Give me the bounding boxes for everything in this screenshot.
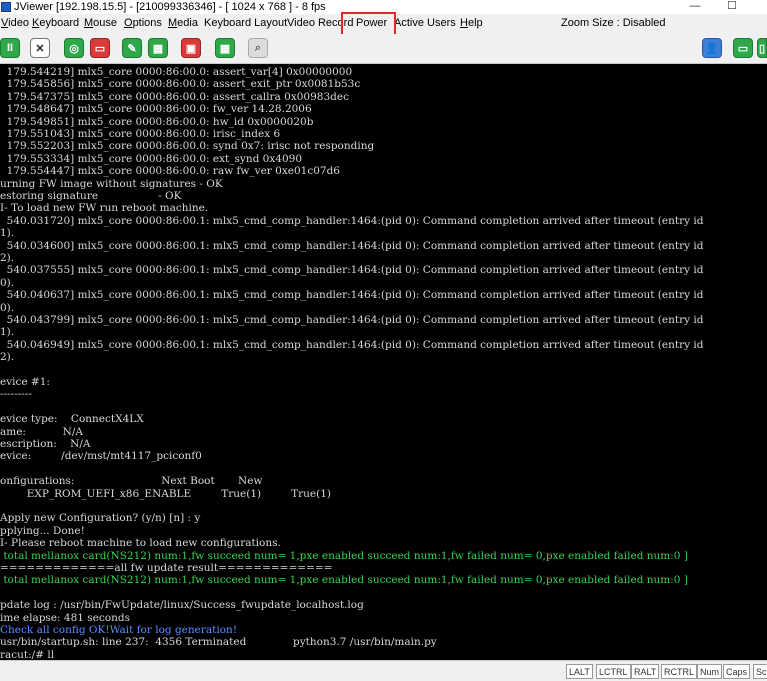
- console-line: escription: N/A: [0, 438, 91, 450]
- console-line: 179.554447] mlx5_core 0000:86:00.0: raw …: [0, 165, 340, 178]
- console-line: 179.545856] mlx5_core 0000:86:00.0: asse…: [0, 78, 361, 91]
- hard-disk-icon[interactable]: ▭: [90, 38, 110, 58]
- console-line: 540.034600] mlx5_core 0000:86:00.1: mlx5…: [0, 239, 704, 252]
- menu-mouse-label: ouse: [93, 17, 118, 29]
- console-line: =============all fw update result=======…: [0, 562, 333, 574]
- toolbar: II ✕ ◎ ▭ ✎ ▦ ▣ ▦ ⌕ 👤 ▭ ▯: [0, 34, 767, 64]
- keyboard-icon[interactable]: ▦: [148, 38, 168, 58]
- console-line: 179.548647] mlx5_core 0000:86:00.0: fw_v…: [0, 103, 312, 116]
- console-line: 179.547375] mlx5_core 0000:86:00.0: asse…: [0, 90, 349, 103]
- menu-video[interactable]: Video: [1, 17, 29, 29]
- menu-keyboard-label: eyboard: [39, 17, 80, 29]
- rctrl-key-indicator[interactable]: RCTRL: [661, 664, 698, 679]
- console-line: 179.549851] mlx5_core 0000:86:00.0: hw_i…: [0, 115, 314, 128]
- power-icon[interactable]: ▦: [215, 38, 235, 58]
- console-line: 2).: [0, 351, 15, 364]
- console-line: 1).: [0, 326, 15, 339]
- menu-mouse[interactable]: Mouse: [84, 17, 117, 29]
- remote-console-screen[interactable]: 179.544219] mlx5_core 0000:86:00.0: asse…: [0, 64, 767, 660]
- console-line: 179.544219] mlx5_core 0000:86:00.0: asse…: [0, 66, 353, 78]
- mouse-sync-icon[interactable]: ✕: [30, 38, 50, 58]
- menu-keyboard-layout[interactable]: Keyboard Layout: [204, 17, 287, 29]
- menu-keyboard[interactable]: Keyboard: [32, 17, 79, 29]
- menu-video-label: ideo: [8, 17, 29, 29]
- exit-icon[interactable]: ▯: [757, 38, 767, 58]
- console-line: 540.046949] mlx5_core 0000:86:00.1: mlx5…: [0, 338, 704, 351]
- lctrl-key-indicator[interactable]: LCTRL: [596, 664, 631, 679]
- console-line: Apply new Configuration? (y/n) [n] : y: [0, 512, 201, 525]
- monitor-icon[interactable]: ▭: [733, 38, 753, 58]
- console-line: urning FW image without signatures - OK: [0, 177, 223, 190]
- console-line: racut:/# ll: [0, 648, 55, 660]
- caps-lock-indicator[interactable]: Caps: [723, 664, 751, 679]
- console-line: I- To load new FW run reboot machine.: [0, 202, 209, 215]
- zoom-size-label: Zoom Size : Disabled: [561, 17, 666, 29]
- status-bar: LALT LCTRL RALT RCTRL Num Caps Sc: [0, 660, 767, 681]
- console-line: ---------: [0, 388, 32, 401]
- console-line: 2).: [0, 252, 15, 264]
- console-line: 540.037555] mlx5_core 0000:86:00.1: mlx5…: [0, 264, 704, 277]
- console-line: 179.553334] mlx5_core 0000:86:00.0: ext_…: [0, 152, 302, 165]
- app-icon: [1, 2, 11, 12]
- console-line: 1).: [0, 227, 15, 240]
- console-line: total mellanox card(NS212) num:1,fw succ…: [0, 574, 688, 587]
- cd-media-icon[interactable]: ◎: [64, 38, 84, 58]
- ralt-key-indicator[interactable]: RALT: [631, 664, 660, 679]
- pause-icon[interactable]: II: [0, 38, 20, 58]
- console-line: pplying... Done!: [0, 524, 85, 537]
- console-line: 540.031720] mlx5_core 0000:86:00.1: mlx5…: [0, 214, 704, 227]
- menu-media-mnemonic: M: [168, 17, 178, 29]
- console-line: evice type: ConnectX4LX: [0, 413, 144, 426]
- window-title: JViewer [192.198.15.5] - [210099336346] …: [14, 1, 326, 13]
- zoom-icon[interactable]: ⌕: [248, 38, 268, 58]
- console-line: 0).: [0, 276, 15, 289]
- menu-active-users-label: Active Users: [394, 17, 456, 29]
- menu-media[interactable]: Media: [168, 17, 198, 29]
- menu-options[interactable]: Options: [124, 17, 162, 29]
- maximize-button[interactable]: ☐: [722, 0, 742, 14]
- console-line: 179.552203] mlx5_core 0000:86:00.0: synd…: [0, 140, 375, 153]
- console-line: EXP_ROM_UEFI_x86_ENABLE True(1) True(1): [0, 487, 332, 500]
- active-users-icon[interactable]: 👤: [702, 38, 722, 58]
- menu-options-mnemonic: O: [124, 17, 133, 29]
- minimize-button[interactable]: —: [685, 0, 705, 14]
- menu-options-label: ptions: [132, 17, 162, 29]
- console-line: 540.043799] mlx5_core 0000:86:00.1: mlx5…: [0, 314, 704, 326]
- record-icon[interactable]: ▣: [181, 38, 201, 58]
- console-line: 0).: [0, 301, 15, 314]
- menu-help-label: elp: [467, 17, 483, 29]
- lalt-key-indicator[interactable]: LALT: [566, 664, 593, 679]
- console-line: I- Please reboot machine to load new con…: [0, 537, 281, 550]
- console-line: usr/bin/startup.sh: line 237: 4356 Termi…: [0, 636, 437, 649]
- console-line: Check all config OK!Wait for log generat…: [0, 624, 238, 636]
- console-line: ame: N/A: [0, 425, 83, 438]
- power-menu-highlight-box: [341, 12, 396, 36]
- menu-help[interactable]: Help: [460, 17, 483, 29]
- keyboard-lang-icon[interactable]: ✎: [122, 38, 142, 58]
- console-line: total mellanox card(NS212) num:1,fw succ…: [0, 549, 688, 562]
- menu-keyboard-layout-label: Keyboard Layout: [204, 17, 288, 29]
- console-line: evice #1:: [0, 376, 50, 388]
- console-line: 179.551043] mlx5_core 0000:86:00.0: iris…: [0, 128, 281, 140]
- menu-mouse-mnemonic: M: [84, 17, 94, 29]
- menu-media-label: edia: [177, 17, 198, 29]
- console-line: onfigurations: Next Boot New: [0, 475, 263, 488]
- menu-active-users[interactable]: Active Users: [394, 17, 456, 29]
- console-line: estoring signature - OK: [0, 190, 182, 202]
- scroll-lock-indicator[interactable]: Sc: [753, 664, 767, 679]
- console-line: evice: /dev/mst/mt4117_pciconf0: [0, 450, 202, 463]
- console-line: 540.040637] mlx5_core 0000:86:00.1: mlx5…: [0, 289, 704, 302]
- console-line: ime elapse: 481 seconds: [0, 611, 130, 624]
- num-lock-indicator[interactable]: Num: [697, 664, 723, 679]
- console-line: pdate log : /usr/bin/FwUpdate/linux/Succ…: [0, 599, 364, 612]
- menu-help-mnemonic: H: [460, 17, 468, 29]
